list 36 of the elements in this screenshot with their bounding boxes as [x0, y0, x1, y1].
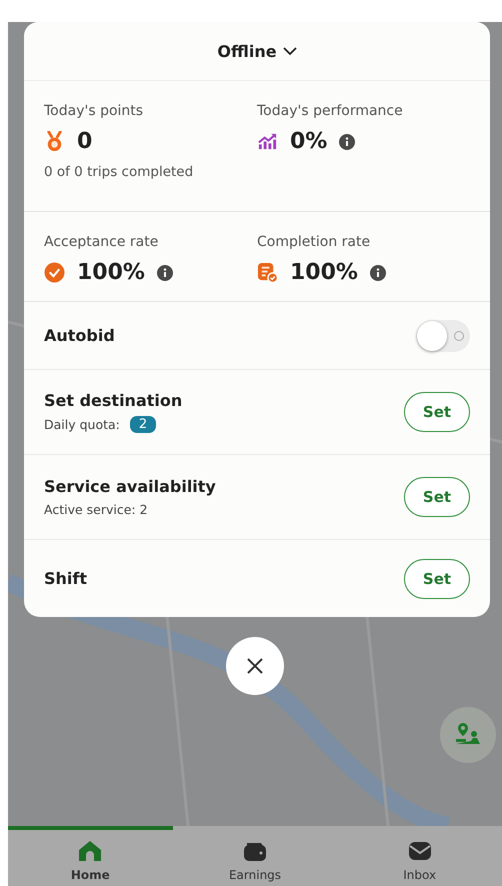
document-check-icon [257, 262, 278, 283]
info-icon[interactable] [370, 264, 386, 280]
chevron-down-icon [282, 46, 297, 56]
stat-label: Acceptance rate [44, 234, 160, 250]
nav-tab[interactable]: Inbox [337, 826, 502, 886]
setting-title: Service availability [44, 477, 216, 496]
trips-note: 0 of 0 trips completed [44, 164, 194, 180]
nav-tab[interactable]: Earnings [172, 826, 338, 886]
stat-value: 0 [77, 129, 92, 154]
check-circle-icon [44, 262, 65, 283]
set-button[interactable]: Set [404, 477, 470, 517]
close-button[interactable] [226, 637, 284, 695]
stat-value: 100% [290, 260, 358, 285]
stat-label: Today's points [44, 103, 144, 119]
setting-title: Set destination [44, 391, 182, 410]
autobid-label: Autobid [44, 326, 115, 345]
quota-badge: 2 [130, 416, 156, 433]
setting-subtitle: Daily quota: [44, 417, 120, 432]
set-button[interactable]: Set [404, 392, 470, 432]
wallet-icon [243, 840, 267, 862]
stat-value: 0% [290, 129, 328, 154]
set-button[interactable]: Set [404, 558, 470, 598]
setting-subtitle: Active service: 2 [44, 502, 148, 517]
autobid-toggle[interactable] [416, 320, 470, 352]
setting-title: Shift [44, 569, 88, 588]
status-dropdown[interactable]: Offline [211, 38, 303, 64]
envelope-icon [408, 840, 432, 862]
info-icon[interactable] [339, 134, 356, 150]
info-icon[interactable] [156, 264, 173, 280]
stat-value: 100% [77, 260, 145, 285]
stat-label: Today's performance [257, 103, 404, 119]
trend-chart-icon [257, 131, 278, 152]
close-icon [245, 656, 265, 676]
stat-label: Completion rate [257, 234, 372, 250]
nav-tab[interactable]: Home [8, 826, 173, 886]
home-icon [78, 840, 102, 862]
